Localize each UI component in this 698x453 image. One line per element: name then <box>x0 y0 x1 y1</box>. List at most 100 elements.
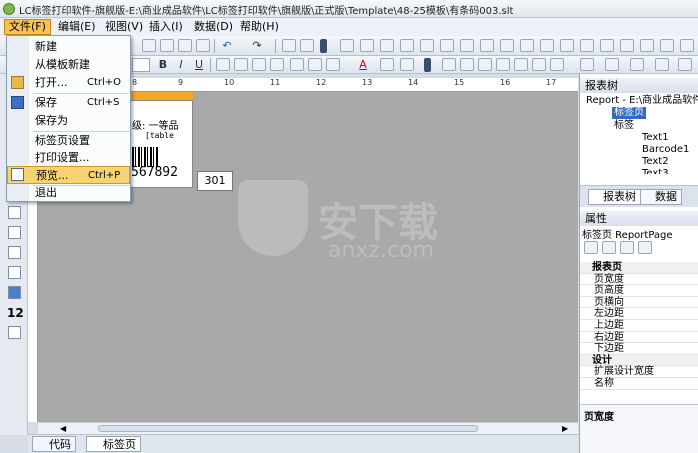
horizontal-scrollbar[interactable]: ◀ ▶ <box>38 422 578 434</box>
number-tool-icon[interactable]: 12 <box>7 306 24 320</box>
menu-item-new-from-template[interactable]: 从模板新建 <box>7 56 130 74</box>
rotate-icon[interactable] <box>400 58 414 71</box>
text-align-center-icon[interactable] <box>234 58 248 71</box>
menu-file[interactable]: 文件(F) <box>4 19 51 35</box>
tree-node-label-page[interactable]: 标签页 <box>612 107 646 119</box>
menu-item-save-as[interactable]: 保存为 <box>7 112 130 130</box>
bold-button[interactable]: B <box>156 58 170 72</box>
undo-icon[interactable]: ↶ <box>220 39 234 53</box>
check-tool-icon[interactable] <box>8 266 21 279</box>
send-back-icon[interactable] <box>620 39 634 52</box>
menu-item-open[interactable]: 打开... Ctrl+O <box>7 74 130 92</box>
align-center-icon[interactable] <box>360 39 374 52</box>
text-align-right-icon[interactable] <box>252 58 266 71</box>
underline-button[interactable]: U <box>192 58 206 72</box>
checkbox-tool-icon[interactable] <box>8 206 21 219</box>
border-all-icon[interactable] <box>442 58 456 71</box>
scroll-left-icon[interactable]: ◀ <box>60 424 66 433</box>
menu-insert[interactable]: 插入(I) <box>145 19 187 35</box>
tab-data[interactable]: 数据 <box>640 189 682 205</box>
align-right-icon[interactable] <box>380 39 394 52</box>
spacing-v-icon[interactable] <box>540 39 554 52</box>
events-icon[interactable] <box>638 241 652 254</box>
cut-icon[interactable] <box>142 39 156 52</box>
menu-item-page-setup[interactable]: 标签页设置 <box>7 132 130 150</box>
menu-help[interactable]: 帮助(H) <box>236 19 283 35</box>
toolbar-grip[interactable] <box>320 39 327 53</box>
tree-node-report[interactable]: Report - E:\商业成品软件 <box>586 95 698 107</box>
property-category[interactable]: 设计 <box>580 354 698 367</box>
categorized-icon[interactable] <box>584 241 598 254</box>
paste-icon[interactable] <box>178 39 192 52</box>
chart-tool-icon[interactable] <box>8 286 21 299</box>
bring-front-icon[interactable] <box>600 39 614 52</box>
property-row[interactable]: 左边距 <box>580 308 698 320</box>
border-top-icon[interactable] <box>460 58 474 71</box>
sort-alpha-icon[interactable] <box>602 241 616 254</box>
menu-data[interactable]: 数据(D) <box>190 19 237 35</box>
lock-icon[interactable] <box>680 39 694 52</box>
property-row[interactable]: 页宽度 <box>580 274 698 286</box>
scrollbar-thumb[interactable] <box>98 425 478 432</box>
align-bottom-icon[interactable] <box>440 39 454 52</box>
text-justify-icon[interactable] <box>270 58 284 71</box>
scroll-right-icon[interactable]: ▶ <box>562 424 568 433</box>
align-top-icon[interactable] <box>400 39 414 52</box>
properties-icon[interactable] <box>620 241 634 254</box>
tab-label-page[interactable]: 标签页 <box>86 436 141 452</box>
line-width-icon[interactable] <box>630 58 644 71</box>
menu-edit[interactable]: 编辑(E) <box>54 19 100 35</box>
font-size-combo[interactable] <box>132 58 150 72</box>
property-row[interactable]: 页高度 <box>580 285 698 297</box>
ungroup-icon[interactable] <box>660 39 674 52</box>
border-left-icon[interactable] <box>496 58 510 71</box>
tree-node-text1[interactable]: Text1 <box>642 132 669 144</box>
tree-node-barcode1[interactable]: Barcode1 <box>642 144 689 156</box>
snap-icon[interactable] <box>300 39 314 52</box>
copy-icon[interactable] <box>160 39 174 52</box>
shadow-icon[interactable] <box>678 58 692 71</box>
text-align-left-icon[interactable] <box>216 58 230 71</box>
same-height-icon[interactable] <box>480 39 494 52</box>
barcode-bars[interactable] <box>132 147 158 167</box>
tree-node-text3[interactable]: Text3 <box>642 168 669 174</box>
menu-view[interactable]: 视图(V) <box>101 19 147 35</box>
menu-item-print-setup[interactable]: 打印设置... <box>7 149 130 167</box>
text-tool-icon[interactable] <box>8 326 21 339</box>
valign-middle-icon[interactable] <box>308 58 322 71</box>
highlight-icon[interactable] <box>380 58 394 71</box>
line-style-icon[interactable] <box>655 58 669 71</box>
format-painter-icon[interactable] <box>196 39 210 52</box>
valign-top-icon[interactable] <box>290 58 304 71</box>
property-row[interactable]: 下边距 <box>580 343 698 355</box>
label-grade-text[interactable]: 级: 一等品 <box>132 117 179 132</box>
property-category[interactable]: 报表页 <box>580 262 698 274</box>
center-h-icon[interactable] <box>560 39 574 52</box>
italic-button[interactable]: I <box>174 58 188 72</box>
barcode-digits[interactable]: 567892 <box>131 165 178 180</box>
redo-icon[interactable]: ↷ <box>250 39 264 53</box>
tree-node-label[interactable]: 标签 <box>614 120 634 132</box>
label-page-tab[interactable] <box>130 92 193 100</box>
group-icon[interactable] <box>640 39 654 52</box>
align-left-icon[interactable] <box>340 39 354 52</box>
label-page[interactable]: 级: 一等品 [table 567892 <box>130 100 193 188</box>
toolbar-grip[interactable] <box>424 58 431 72</box>
border-bottom-icon[interactable] <box>478 58 492 71</box>
property-row[interactable]: 扩展设计宽度 <box>580 366 698 378</box>
barcode-tool-icon[interactable] <box>8 226 21 239</box>
menu-item-preview[interactable]: 预览... Ctrl+P <box>7 166 130 184</box>
property-row[interactable]: 上边距 <box>580 320 698 332</box>
border-style-icon[interactable] <box>550 58 564 71</box>
menu-item-new[interactable]: 新建 <box>7 38 130 56</box>
grid-icon[interactable] <box>282 39 296 52</box>
border-right-icon[interactable] <box>514 58 528 71</box>
text-color-button[interactable]: A <box>356 58 370 72</box>
spacing-h-icon[interactable] <box>520 39 534 52</box>
align-middle-icon[interactable] <box>420 39 434 52</box>
fill-color-icon[interactable] <box>580 58 594 71</box>
line-color-icon[interactable] <box>605 58 619 71</box>
tab-report-tree[interactable]: 报表树 <box>588 189 641 205</box>
tab-code[interactable]: 代码 <box>32 436 76 452</box>
valign-bottom-icon[interactable] <box>326 58 340 71</box>
